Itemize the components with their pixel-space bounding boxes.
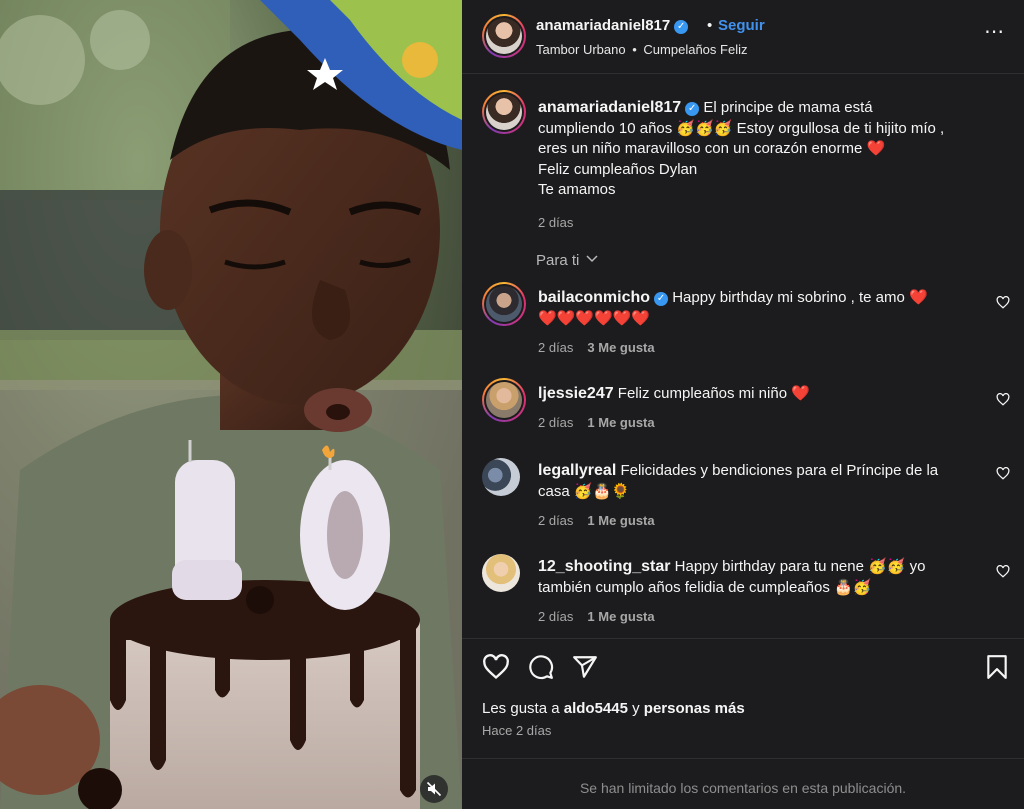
- comment-text: también cumplo años felidia de cumpleaño…: [538, 579, 872, 596]
- comment-time[interactable]: 2 días: [538, 609, 573, 624]
- follow-button[interactable]: Seguir: [718, 17, 765, 34]
- comment-text: Happy birthday para tu nene 🥳🥳 yo: [674, 558, 926, 575]
- header-separator: •: [707, 17, 713, 34]
- post-timestamp[interactable]: Hace 2 días: [482, 723, 551, 738]
- post-header: anamariadaniel817 ✓ • Seguir Tambor Urban…: [462, 0, 1024, 74]
- comment-like-heart-icon[interactable]: [996, 565, 1010, 578]
- comment-text: Felicidades y bendiciones para el Prínci…: [620, 462, 939, 479]
- comment-text: Happy birthday mi sobrino , te amo ❤️: [672, 289, 928, 306]
- audio-song[interactable]: Cumpelaños Feliz: [643, 42, 747, 57]
- bookmark-icon[interactable]: [986, 654, 1008, 680]
- comments-limited-notice: Se han limitado los comentarios en esta …: [579, 780, 907, 796]
- verified-badge-icon: ✓: [654, 292, 669, 306]
- comment-time[interactable]: 2 días: [538, 340, 573, 355]
- likes-summary: Les gusta a aldo5445 y personas más: [482, 700, 745, 717]
- footer-divider: [462, 758, 1024, 759]
- author-username[interactable]: anamariadaniel817 ✓: [536, 17, 689, 34]
- verified-badge-icon: ✓: [685, 102, 700, 116]
- comment-username[interactable]: bailaconmicho: [538, 289, 650, 306]
- like-heart-icon[interactable]: [482, 654, 510, 680]
- audio-attribution[interactable]: Tambor Urbano • Cumpelaños Feliz: [536, 42, 747, 57]
- commenter-avatar[interactable]: [482, 282, 526, 326]
- caption-avatar[interactable]: [482, 90, 526, 134]
- caption-line: El principe de mama está: [703, 99, 873, 116]
- actions-divider: [462, 638, 1024, 639]
- comment-username[interactable]: ljessie247: [538, 385, 614, 402]
- comment-item: bailaconmicho ✓ Happy birthday mi sobrino…: [538, 287, 980, 358]
- comment-time[interactable]: 2 días: [538, 415, 573, 430]
- comment-like-heart-icon[interactable]: [996, 393, 1010, 406]
- caption-line: cumpliendo 10 años 🥳🥳🥳 Estoy orgullosa d…: [538, 119, 945, 137]
- chevron-down-icon: [586, 255, 598, 263]
- comment-text: Feliz cumpleaños mi niño ❤️: [617, 385, 810, 402]
- likes-prefix: Les gusta a: [482, 700, 560, 717]
- verified-badge-icon: ✓: [674, 20, 689, 34]
- muted-speaker-icon: [426, 781, 442, 797]
- caption-line: Te amamos: [538, 181, 616, 198]
- likes-user[interactable]: aldo5445: [564, 700, 628, 717]
- author-avatar[interactable]: [482, 14, 526, 58]
- comment-item: legallyreal Felicidades y bendiciones pa…: [538, 460, 980, 531]
- caption-line: eres un niño maravilloso con un corazón …: [538, 140, 886, 157]
- more-options-icon[interactable]: ⋯: [984, 22, 1005, 42]
- audio-artist[interactable]: Tambor Urbano: [536, 42, 626, 57]
- comment-bubble-icon[interactable]: [528, 654, 554, 680]
- comment-likes[interactable]: 1 Me gusta: [587, 513, 654, 528]
- comment-item: 12_shooting_star Happy birthday para tu …: [538, 556, 980, 627]
- comment-like-heart-icon[interactable]: [996, 467, 1010, 480]
- commenter-avatar[interactable]: [482, 458, 520, 496]
- likes-others[interactable]: personas más: [644, 700, 745, 717]
- caption-username[interactable]: anamariadaniel817: [538, 99, 681, 116]
- comment-username[interactable]: 12_shooting_star: [538, 558, 670, 575]
- comment-sort-label: Para ti: [536, 252, 580, 269]
- share-send-icon[interactable]: [572, 654, 598, 680]
- comment-likes[interactable]: 1 Me gusta: [587, 609, 654, 624]
- post-caption: anamariadaniel817 ✓ El principe de mama e…: [538, 98, 988, 233]
- likes-and: y: [632, 700, 640, 717]
- mute-button[interactable]: [420, 775, 448, 803]
- comment-text: ❤️❤️❤️❤️❤️❤️: [538, 310, 651, 327]
- author-username-text: anamariadaniel817: [536, 17, 671, 34]
- comment-time[interactable]: 2 días: [538, 513, 573, 528]
- post-media[interactable]: [0, 0, 462, 809]
- audio-separator: •: [632, 42, 637, 57]
- commenter-avatar[interactable]: [482, 554, 520, 592]
- post-photo: [0, 0, 462, 809]
- post-side-panel: anamariadaniel817 ✓ • Seguir Tambor Urban…: [462, 0, 1024, 809]
- comment-item: ljessie247 Feliz cumpleaños mi niño ❤️ 2…: [538, 383, 980, 433]
- comment-likes[interactable]: 3 Me gusta: [587, 340, 654, 355]
- comment-username[interactable]: legallyreal: [538, 462, 616, 479]
- comment-sort-dropdown[interactable]: Para ti: [536, 252, 598, 269]
- commenter-avatar[interactable]: [482, 378, 526, 422]
- caption-timestamp[interactable]: 2 días: [538, 213, 988, 234]
- comment-text: casa 🥳🎂🌻: [538, 483, 630, 500]
- comment-like-heart-icon[interactable]: [996, 296, 1010, 309]
- comment-likes[interactable]: 1 Me gusta: [587, 415, 654, 430]
- caption-line: Feliz cumpleaños Dylan: [538, 160, 698, 178]
